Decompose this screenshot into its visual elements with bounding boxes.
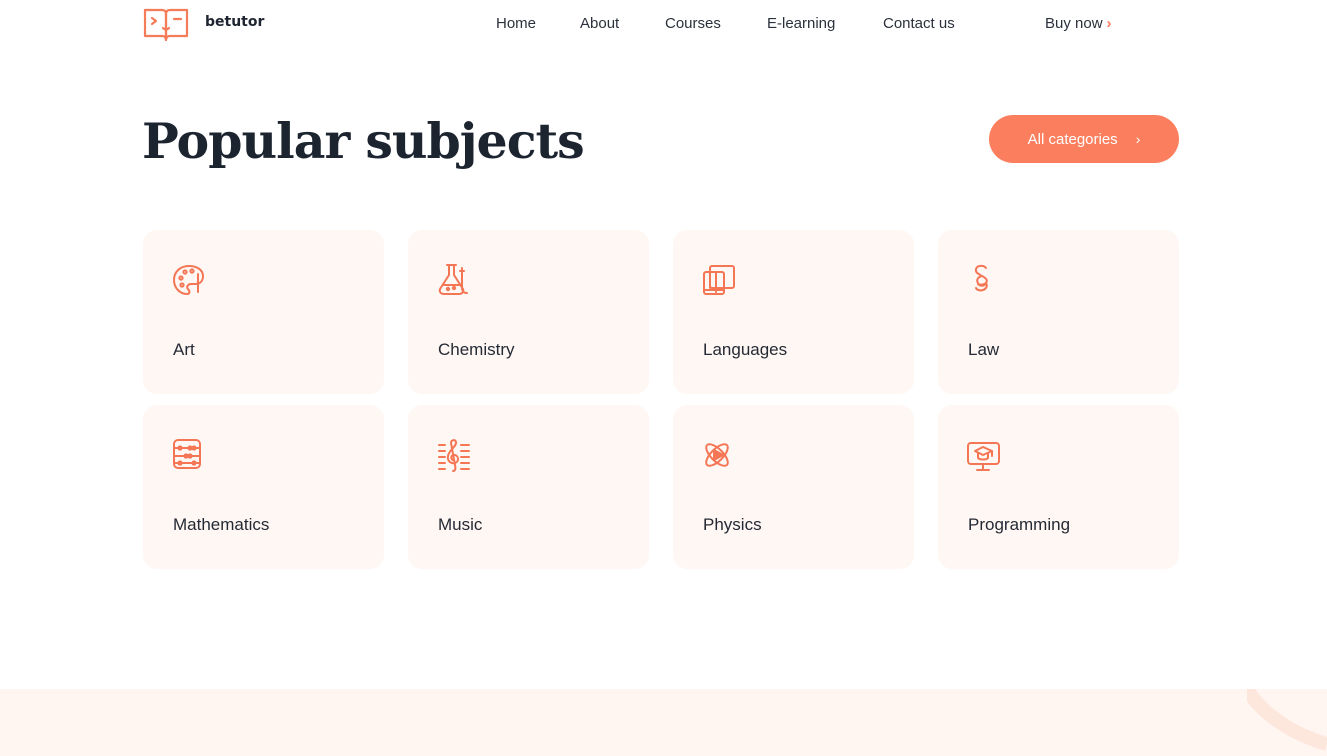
- atom-icon: [705, 443, 729, 467]
- palette-icon: [173, 265, 204, 295]
- site-header: betutor Home About Courses E-learning Co…: [0, 0, 1327, 50]
- all-categories-button[interactable]: All categories ›: [989, 115, 1179, 163]
- subject-label: Art: [173, 340, 195, 359]
- subject-label: Programming: [968, 515, 1071, 534]
- nav-e-learning[interactable]: E-learning: [767, 15, 835, 32]
- subject-label: Mathematics: [173, 515, 270, 534]
- nav-home[interactable]: Home: [496, 15, 536, 32]
- subject-card-mathematics[interactable]: Mathematics: [143, 405, 384, 569]
- monitor-graduation-icon: [967, 442, 1000, 471]
- chevron-right-icon: ›: [1135, 131, 1141, 147]
- decorative-arc: [1247, 689, 1327, 751]
- subject-card-law[interactable]: Law: [938, 230, 1179, 394]
- subject-card-art[interactable]: Art: [143, 230, 384, 394]
- subjects-grid: Art Chemistry Languages Law Mathematics …: [143, 230, 1180, 569]
- buy-now-label: Buy now: [1045, 15, 1103, 32]
- chevron-right-icon: ›: [1106, 15, 1112, 32]
- subject-label: Physics: [703, 515, 762, 534]
- subject-card-physics[interactable]: Physics: [673, 405, 914, 569]
- page-title: Popular subjects: [142, 112, 585, 170]
- all-categories-label: All categories: [1027, 130, 1118, 148]
- nav-contact-us[interactable]: Contact us: [883, 15, 955, 32]
- subject-card-chemistry[interactable]: Chemistry: [408, 230, 649, 394]
- nav-about[interactable]: About: [580, 15, 619, 32]
- main-nav: Home About Courses E-learning Contact us: [0, 15, 1327, 35]
- abacus-icon: [173, 439, 201, 469]
- books-icon: [703, 265, 735, 295]
- section-sign-icon: [974, 264, 988, 292]
- buy-now-link[interactable]: Buy now ›: [1045, 15, 1112, 32]
- treble-clef-icon: [438, 439, 470, 472]
- subject-label: Music: [438, 515, 483, 534]
- subject-label: Languages: [703, 340, 788, 359]
- subject-card-programming[interactable]: Programming: [938, 405, 1179, 569]
- subject-card-music[interactable]: Music: [408, 405, 649, 569]
- subject-card-languages[interactable]: Languages: [673, 230, 914, 394]
- subject-label: Law: [968, 340, 1000, 359]
- nav-courses[interactable]: Courses: [665, 15, 721, 32]
- next-section-band: [0, 689, 1327, 756]
- subject-label: Chemistry: [438, 340, 515, 359]
- flask-icon: [438, 264, 468, 295]
